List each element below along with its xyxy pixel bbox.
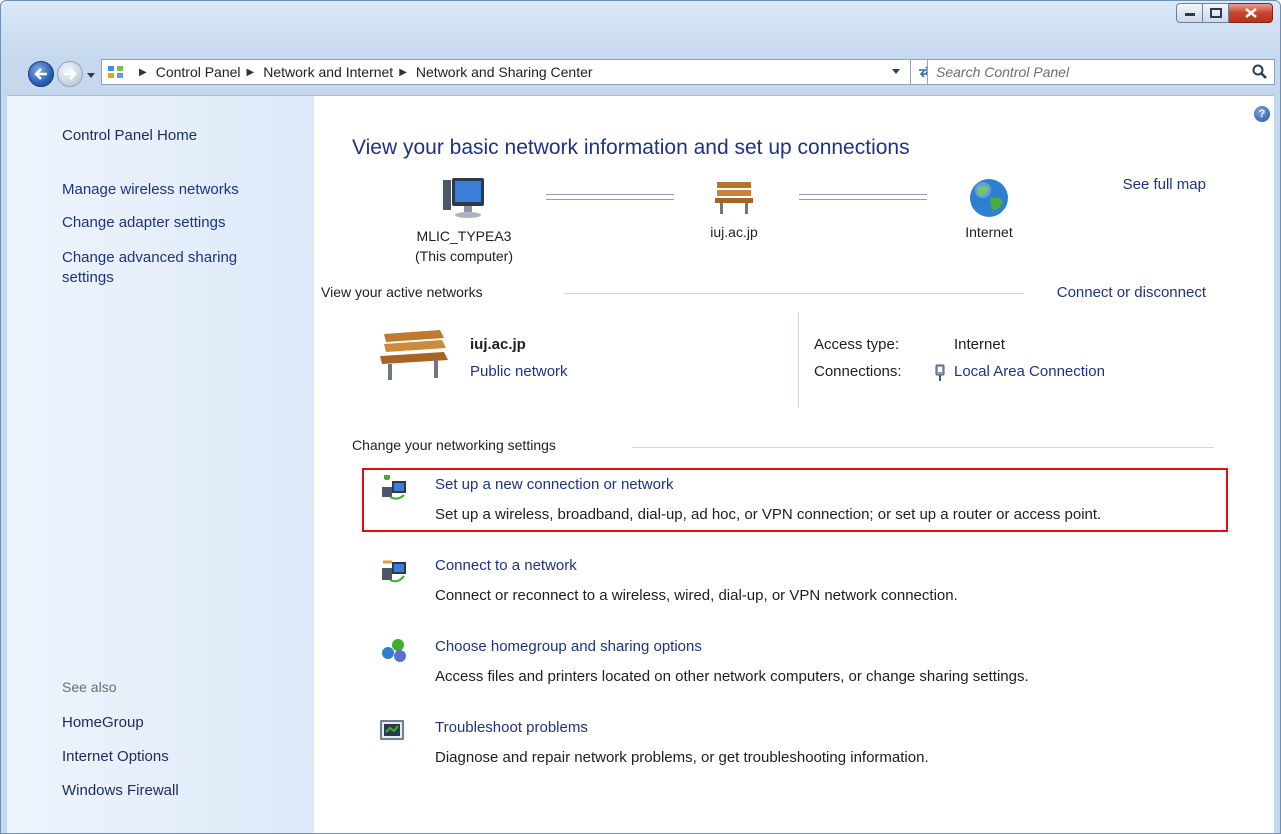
address-bar[interactable]: ▶ Control Panel ▶ Network and Internet ▶ N… (101, 59, 911, 85)
setting-title[interactable]: Set up a new connection or network (435, 476, 673, 493)
map-link-line (546, 194, 674, 200)
search-input[interactable] (934, 63, 1238, 81)
setting-description: Diagnose and repair network problems, or… (435, 749, 929, 766)
troubleshoot-icon (380, 720, 404, 740)
change-settings-header: Change your networking settings (352, 437, 556, 453)
map-internet-label: Internet (965, 224, 1013, 240)
caption-buttons (1176, 3, 1273, 23)
page-title: View your basic network information and … (352, 136, 910, 159)
breadcrumb-network-and-internet[interactable]: Network and Internet ▶ (263, 64, 416, 80)
setting-description: Access files and printers located on oth… (435, 668, 1029, 685)
new-connection-icon (382, 475, 406, 500)
search-icon[interactable] (1252, 64, 1268, 80)
control-panel-icon (108, 66, 123, 78)
sidebar: Control Panel Home Manage wireless netwo… (7, 96, 314, 833)
section-divider (632, 447, 1214, 448)
local-area-connection-link[interactable]: Local Area Connection (954, 363, 1105, 380)
maximize-icon (1209, 8, 1222, 18)
close-button[interactable] (1229, 3, 1273, 23)
connections-label: Connections: (814, 363, 902, 380)
active-network-name: iuj.ac.jp (470, 336, 526, 353)
access-type-value: Internet (954, 336, 1005, 353)
map-network[interactable]: iuj.ac.jp (684, 176, 784, 242)
setting-title[interactable]: Troubleshoot problems (435, 719, 588, 736)
forward-button[interactable] (57, 61, 83, 87)
content-area: Control Panel Home Manage wireless netwo… (7, 95, 1274, 833)
recent-pages-dropdown-icon[interactable] (87, 71, 95, 79)
homegroup-icon (382, 639, 406, 662)
map-network-name: iuj.ac.jp (710, 224, 758, 240)
public-network-link[interactable]: Public network (470, 363, 568, 380)
breadcrumb-control-panel[interactable]: Control Panel ▶ (156, 64, 264, 80)
connect-network-icon (382, 560, 406, 583)
setting-description: Set up a wireless, broadband, dial-up, a… (435, 506, 1102, 523)
active-networks-header: View your active networks (321, 284, 483, 300)
connect-or-disconnect-link[interactable]: Connect or disconnect (1057, 284, 1206, 301)
sidebar-manage-wireless-networks[interactable]: Manage wireless networks (62, 180, 239, 200)
sidebar-homegroup[interactable]: HomeGroup (62, 713, 144, 733)
close-icon (1244, 8, 1257, 18)
map-link-line (799, 194, 927, 200)
setting-title[interactable]: Choose homegroup and sharing options (435, 638, 702, 655)
sidebar-internet-options[interactable]: Internet Options (62, 747, 169, 767)
bench-icon (380, 330, 448, 380)
window: ▶ Control Panel ▶ Network and Internet ▶ N… (0, 0, 1281, 834)
back-button[interactable] (28, 61, 54, 87)
breadcrumb-separator[interactable]: ▶ (133, 67, 156, 78)
sidebar-control-panel-home[interactable]: Control Panel Home (62, 126, 197, 146)
globe-icon (970, 179, 1008, 217)
breadcrumb-network-and-sharing-center[interactable]: Network and Sharing Center (416, 64, 593, 80)
see-also-label: See also (62, 679, 117, 695)
minimize-icon (1184, 13, 1195, 16)
sidebar-change-advanced-sharing-settings[interactable]: Change advanced sharing settings (62, 248, 292, 288)
access-type-label: Access type: (814, 336, 900, 353)
main-panel: ? View your basic network information an… (314, 96, 1274, 833)
help-button[interactable]: ? (1254, 106, 1270, 122)
bench-icon (715, 182, 753, 214)
arrow-right-icon (64, 68, 77, 80)
arrow-left-icon (34, 68, 47, 80)
map-computer-name: MLIC_TYPEA3 (416, 228, 512, 244)
help-icon: ? (1258, 108, 1266, 120)
setting-title[interactable]: Connect to a network (435, 557, 577, 574)
map-computer-note: (This computer) (414, 248, 514, 264)
chevron-down-icon (892, 69, 900, 74)
maximize-button[interactable] (1203, 3, 1229, 23)
sidebar-windows-firewall[interactable]: Windows Firewall (62, 781, 179, 801)
map-this-computer[interactable]: MLIC_TYPEA3 (This computer) (389, 176, 539, 266)
search-box[interactable] (927, 59, 1275, 85)
minimize-button[interactable] (1176, 3, 1203, 23)
see-full-map-link[interactable]: See full map (1123, 176, 1206, 193)
section-divider (564, 293, 1024, 294)
map-internet[interactable]: Internet (934, 176, 1044, 242)
computer-icon (443, 178, 484, 218)
setting-description: Connect or reconnect to a wireless, wire… (435, 587, 958, 604)
sidebar-change-adapter-settings[interactable]: Change adapter settings (62, 213, 225, 233)
address-dropdown-button[interactable] (881, 60, 910, 84)
vertical-divider (798, 312, 799, 408)
ethernet-icon (935, 364, 945, 381)
